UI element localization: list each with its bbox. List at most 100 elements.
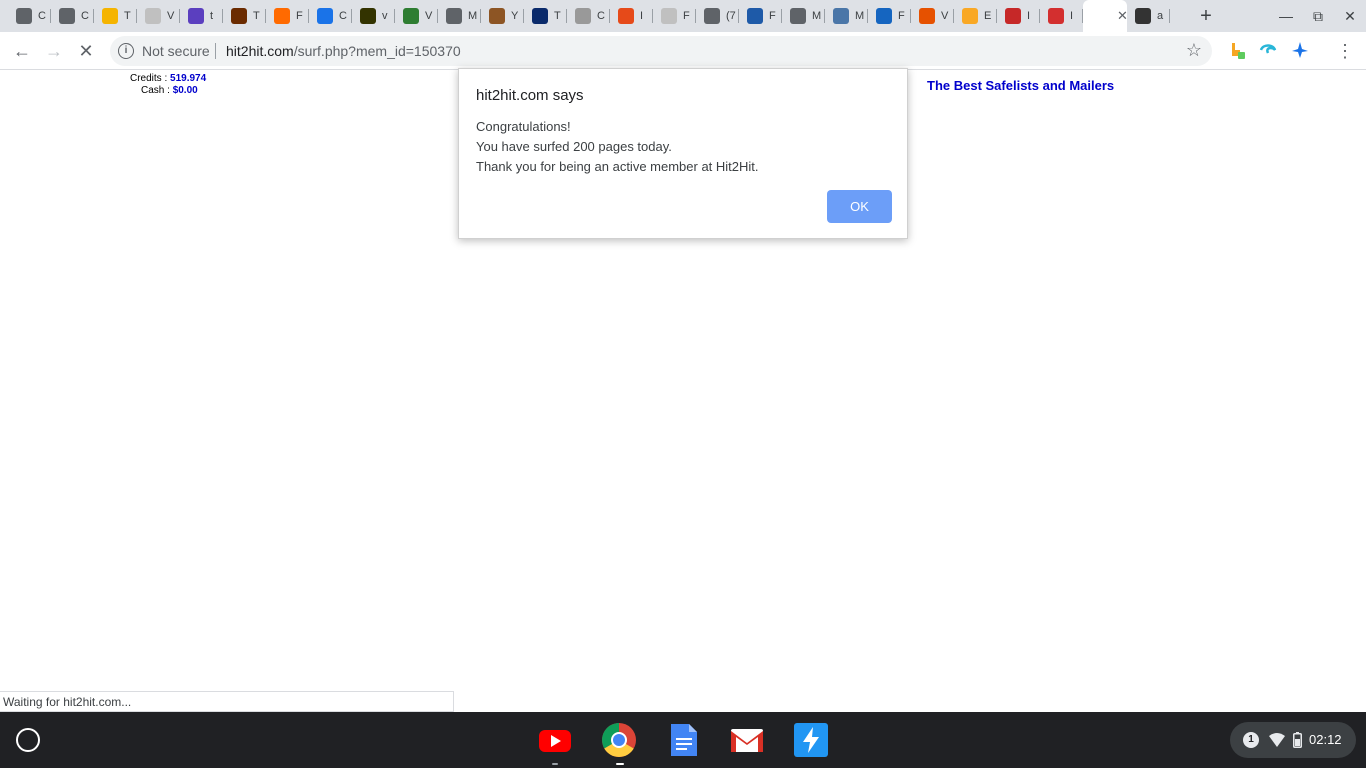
tab-title: a bbox=[1157, 10, 1164, 22]
tab-title: V bbox=[167, 10, 175, 22]
tab-title: F bbox=[296, 10, 303, 22]
stop-loading-icon[interactable]: ✕ bbox=[73, 38, 99, 64]
browser-tab[interactable]: V bbox=[911, 0, 954, 32]
browser-tab[interactable]: T bbox=[94, 0, 137, 32]
cash-value: $0.00 bbox=[172, 85, 198, 96]
globe-blue-icon bbox=[747, 8, 763, 24]
tab-title: t bbox=[210, 10, 214, 22]
active-indicator bbox=[616, 763, 624, 765]
browser-tab[interactable]: F bbox=[653, 0, 696, 32]
browser-tab[interactable]: E bbox=[954, 0, 997, 32]
ok-button[interactable]: OK bbox=[827, 190, 892, 223]
browser-tab[interactable]: I bbox=[610, 0, 653, 32]
tab-title: C bbox=[339, 10, 347, 22]
browser-tab[interactable]: Y bbox=[481, 0, 524, 32]
browser-tab[interactable]: T bbox=[223, 0, 266, 32]
browser-tab[interactable]: C bbox=[309, 0, 352, 32]
browser-tab[interactable]: I bbox=[1040, 0, 1083, 32]
bookmark-star-icon[interactable]: ☆ bbox=[1186, 40, 1202, 61]
browser-tab[interactable]: M bbox=[438, 0, 481, 32]
address-bar[interactable]: i Not secure hit2hit.com/surf.php?mem_id… bbox=[110, 36, 1212, 66]
browser-tab[interactable]: H✕ bbox=[1083, 0, 1128, 32]
globe-dark-icon bbox=[790, 8, 806, 24]
browser-tab[interactable]: F bbox=[739, 0, 782, 32]
battery-icon bbox=[1293, 732, 1302, 748]
tab-list: C C T Vt T F Cv V M Y T C I F (7 F M M F V E I I H✕ a bbox=[8, 0, 1170, 32]
promo-link[interactable]: The Best Safelists and Mailers bbox=[927, 78, 1114, 93]
restore-icon[interactable]: ⧉ bbox=[1304, 4, 1332, 28]
security-label[interactable]: Not secure bbox=[142, 43, 210, 59]
tab-title: M bbox=[468, 10, 478, 22]
hand-icon bbox=[962, 8, 978, 24]
info-icon[interactable]: i bbox=[118, 43, 134, 59]
globe-dark-icon bbox=[446, 8, 462, 24]
bolt-icon[interactable] bbox=[793, 722, 829, 758]
browser-tab[interactable]: M bbox=[782, 0, 825, 32]
browser-tab[interactable]: (7 bbox=[696, 0, 739, 32]
envelope-icon bbox=[145, 8, 161, 24]
url-text[interactable]: hit2hit.com/surf.php?mem_id=150370 bbox=[226, 43, 461, 59]
vk-icon bbox=[833, 8, 849, 24]
browser-tab[interactable]: V bbox=[395, 0, 438, 32]
back-icon[interactable]: ← bbox=[9, 38, 35, 64]
globe-icon bbox=[317, 8, 333, 24]
tab-title: V bbox=[425, 10, 433, 22]
running-indicator bbox=[552, 763, 558, 765]
menu-icon[interactable]: ⋮ bbox=[1332, 38, 1358, 64]
dialog-title: hit2hit.com says bbox=[476, 87, 584, 104]
apple-icon bbox=[1005, 8, 1021, 24]
pi-icon bbox=[532, 8, 548, 24]
tab-title: v bbox=[382, 10, 388, 22]
tab-strip: C C T Vt T F Cv V M Y T C I F (7 F M M F V E I I H✕ a + — ⧉ ✕ bbox=[0, 0, 1366, 32]
face-icon bbox=[489, 8, 505, 24]
flame-icon bbox=[919, 8, 935, 24]
youtube-icon[interactable] bbox=[537, 722, 573, 758]
badge-icon bbox=[360, 8, 376, 24]
extension-plane-icon[interactable] bbox=[1291, 41, 1309, 59]
gmail-icon[interactable] bbox=[729, 722, 765, 758]
tab-title: T bbox=[554, 10, 561, 22]
browser-tab[interactable]: a bbox=[1127, 0, 1170, 32]
browser-tab[interactable]: M bbox=[825, 0, 868, 32]
credits-value: 519.974 bbox=[170, 73, 207, 84]
status-bubble: Waiting for hit2hit.com... bbox=[0, 691, 454, 712]
swirl-icon bbox=[231, 8, 247, 24]
tab-title: (7 bbox=[726, 10, 736, 22]
dialog-message: Congratulations! You have surfed 200 pag… bbox=[476, 117, 759, 177]
tab-title: F bbox=[898, 10, 905, 22]
browser-tab[interactable]: t bbox=[180, 0, 223, 32]
extension-hand-icon[interactable] bbox=[1227, 41, 1245, 59]
cursor-icon bbox=[16, 8, 32, 24]
status-tray[interactable]: 1 02:12 bbox=[1230, 722, 1356, 758]
minimize-icon[interactable]: — bbox=[1272, 4, 1300, 28]
cash-label: Cash : bbox=[141, 85, 173, 96]
envelope-icon bbox=[661, 8, 677, 24]
bird-icon bbox=[1135, 8, 1151, 24]
dialog-line: Thank you for being an active member at … bbox=[476, 159, 759, 174]
browser-tab[interactable]: C bbox=[8, 0, 51, 32]
os-shelf: 1 02:12 bbox=[0, 712, 1366, 768]
dots-icon bbox=[575, 8, 591, 24]
launcher-icon[interactable] bbox=[16, 728, 40, 752]
browser-tab[interactable]: T bbox=[524, 0, 567, 32]
browser-tab[interactable]: C bbox=[567, 0, 610, 32]
docs-icon[interactable] bbox=[665, 722, 701, 758]
browser-toolbar: ← → ✕ i Not secure hit2hit.com/surf.php?… bbox=[0, 32, 1366, 70]
dialog-line: You have surfed 200 pages today. bbox=[476, 139, 672, 154]
chrome-icon[interactable] bbox=[601, 722, 637, 758]
browser-tab[interactable]: I bbox=[997, 0, 1040, 32]
globe-dark-icon bbox=[59, 8, 75, 24]
tab-title: Y bbox=[511, 10, 519, 22]
browser-tab[interactable]: C bbox=[51, 0, 94, 32]
browser-tab[interactable]: F bbox=[868, 0, 911, 32]
browser-tab[interactable]: F bbox=[266, 0, 309, 32]
tab-title: C bbox=[81, 10, 89, 22]
close-window-icon[interactable]: ✕ bbox=[1336, 4, 1364, 28]
browser-tab[interactable]: V bbox=[137, 0, 180, 32]
new-tab-button[interactable]: + bbox=[1196, 6, 1216, 26]
forward-icon[interactable]: → bbox=[41, 38, 67, 64]
tab-title: I bbox=[640, 10, 644, 22]
tab-logo-icon bbox=[1048, 8, 1064, 24]
extension-swirl-icon[interactable] bbox=[1259, 41, 1277, 59]
browser-tab[interactable]: v bbox=[352, 0, 395, 32]
